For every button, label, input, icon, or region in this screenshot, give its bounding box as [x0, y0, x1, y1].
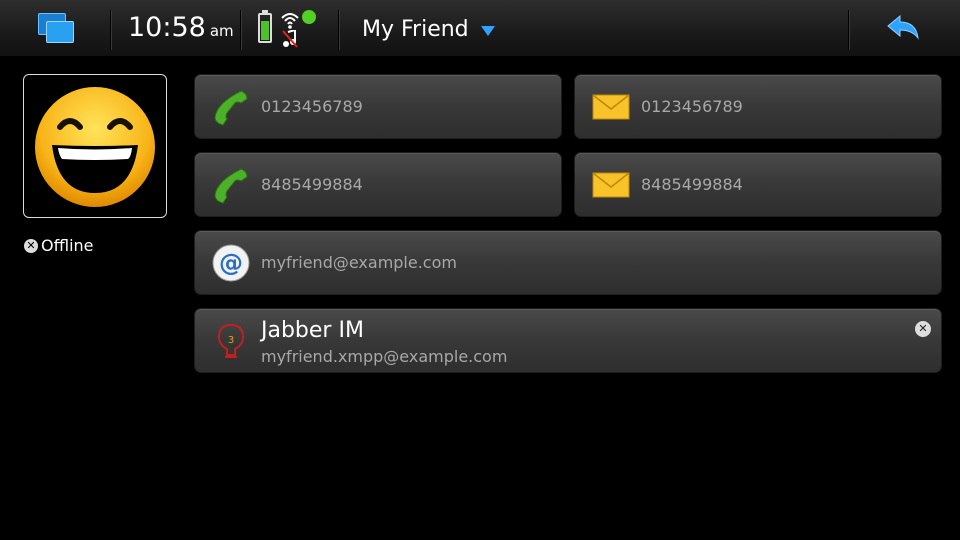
- avatar[interactable]: [23, 74, 167, 218]
- email-address: myfriend@example.com: [261, 253, 457, 272]
- call-phone-2[interactable]: 8485499884: [194, 152, 562, 217]
- offline-icon: ✕: [24, 238, 38, 253]
- presence-label: Offline: [41, 236, 94, 255]
- smiley-icon: [35, 87, 155, 207]
- im-service-name: Jabber IM: [261, 318, 364, 343]
- title-menu[interactable]: My Friend: [362, 13, 495, 45]
- jabber-bulb-icon: 3: [217, 323, 245, 358]
- jabber-im-card[interactable]: 3 Jabber IM myfriend.xmpp@example.com ✕: [194, 308, 942, 373]
- envelope-icon: [592, 94, 630, 120]
- task-switcher-icon[interactable]: [38, 13, 74, 45]
- clock-time: 10:58: [128, 12, 206, 43]
- divider: [338, 10, 339, 50]
- im-address: myfriend.xmpp@example.com: [261, 347, 508, 366]
- mute-icon: [282, 30, 298, 48]
- sms-phone-2[interactable]: 8485499884: [574, 152, 942, 217]
- divider: [110, 10, 111, 50]
- phone-icon: [214, 90, 248, 126]
- divider: [848, 10, 849, 50]
- clock-ampm: am: [209, 22, 234, 40]
- email-at-icon: @: [212, 244, 250, 282]
- phone-number: 8485499884: [261, 175, 363, 194]
- presence-status: ✕ Offline: [24, 236, 94, 255]
- battery-icon: [258, 10, 272, 43]
- dropdown-arrow-icon: [480, 26, 495, 36]
- sms-number: 8485499884: [641, 175, 743, 194]
- offline-icon: ✕: [915, 321, 931, 337]
- page-title: My Friend: [362, 16, 469, 42]
- email-address-card[interactable]: @ myfriend@example.com: [194, 230, 942, 295]
- status-bar: 10:58 am My Friend: [0, 0, 960, 57]
- clock[interactable]: 10:58 am: [128, 12, 234, 47]
- envelope-icon: [592, 172, 630, 198]
- svg-text:@: @: [219, 249, 243, 277]
- phone-icon: [214, 168, 248, 204]
- status-indicators[interactable]: [256, 8, 322, 50]
- phone-number: 0123456789: [261, 97, 363, 116]
- wifi-icon: [281, 13, 299, 29]
- divider: [240, 10, 241, 50]
- sms-number: 0123456789: [641, 97, 743, 116]
- sms-phone-1[interactable]: 0123456789: [574, 74, 942, 139]
- call-phone-1[interactable]: 0123456789: [194, 74, 562, 139]
- back-arrow-icon[interactable]: [886, 14, 922, 42]
- svg-text:3: 3: [228, 335, 234, 346]
- online-status-dot: [302, 10, 316, 24]
